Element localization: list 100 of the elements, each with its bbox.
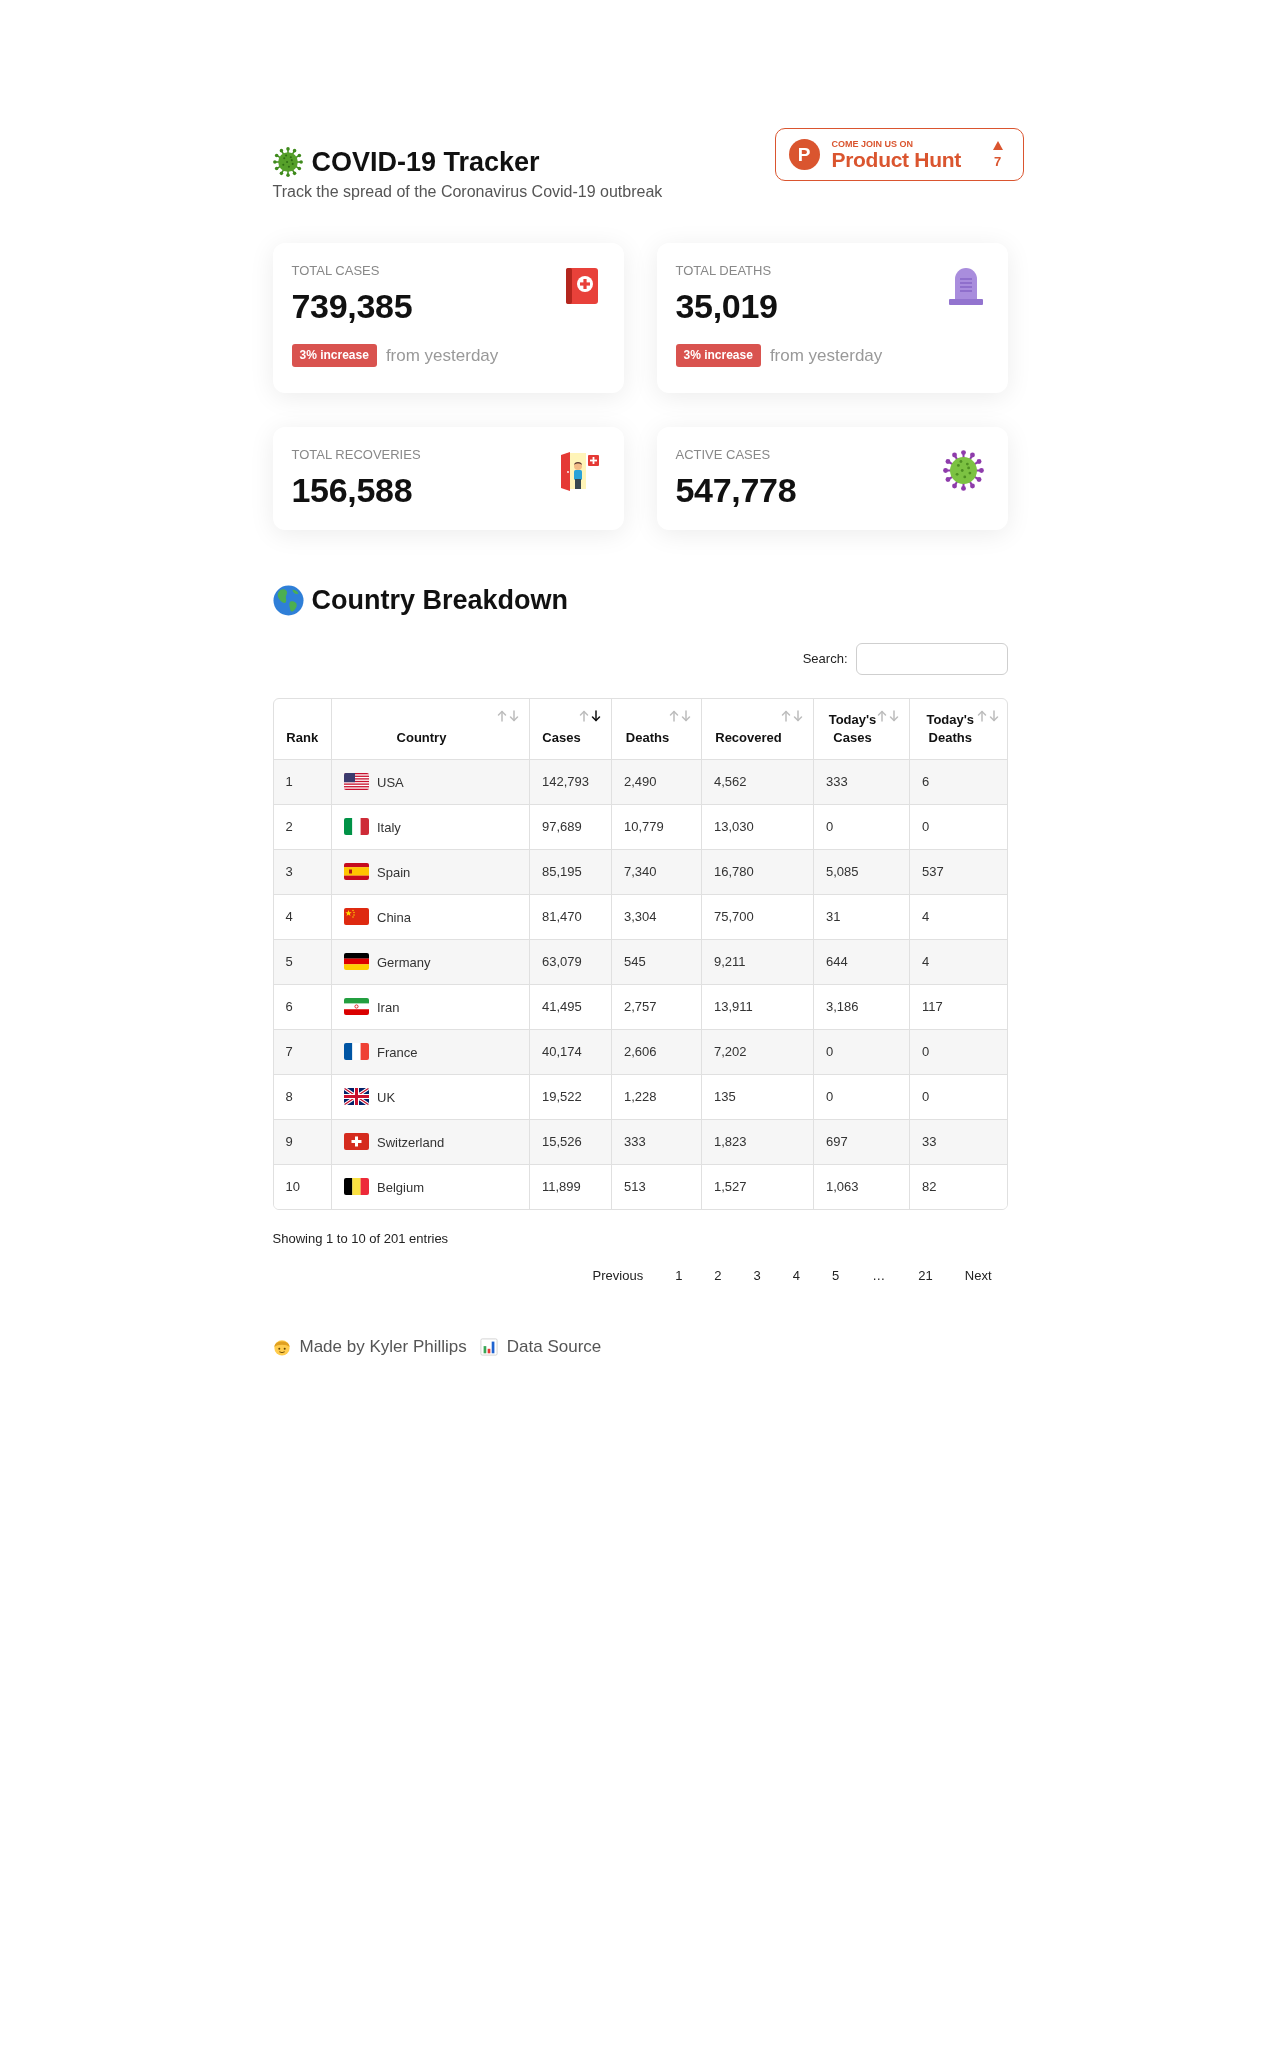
- usa-flag-icon: [344, 773, 369, 790]
- table-cell: 1,823: [701, 1119, 814, 1164]
- vote-count: 7: [993, 154, 1002, 169]
- table-cell: 0: [909, 804, 1007, 849]
- country-name: Switzerland: [377, 1135, 445, 1151]
- globe-icon: [272, 584, 304, 616]
- belgium-flag-icon: [344, 1178, 369, 1196]
- country-name: China: [377, 910, 411, 926]
- table-cell: 135: [701, 1074, 814, 1119]
- table-cell: 513: [611, 1164, 702, 1209]
- triangle-icon: [992, 140, 1003, 150]
- country-name: USA: [377, 775, 404, 791]
- column-header[interactable]: Today's Deaths: [909, 699, 1007, 759]
- spain-flag-icon: [344, 863, 369, 880]
- tombstone-icon: [947, 266, 984, 306]
- column-header[interactable]: Today's Cases: [813, 699, 910, 759]
- table-cell: 0: [813, 1074, 910, 1119]
- table-cell: 40,174: [529, 1029, 612, 1074]
- person-in-doorway-icon: [559, 450, 600, 492]
- column-header[interactable]: Recovered: [701, 699, 814, 759]
- page-link[interactable]: 21: [902, 1261, 949, 1291]
- table-cell: 3: [273, 849, 332, 894]
- table-cell: 6: [273, 984, 332, 1029]
- table-cell: 97,689: [529, 804, 612, 849]
- table-cell: 11,899: [529, 1164, 612, 1209]
- column-header[interactable]: Cases: [529, 699, 612, 759]
- table-cell: 1,228: [611, 1074, 702, 1119]
- footer-link[interactable]: Data Source: [506, 1335, 602, 1359]
- table-cell: 0: [909, 1029, 1007, 1074]
- table-cell: 1: [273, 759, 332, 804]
- table-cell: 3,304: [611, 894, 702, 939]
- table-cell: 2: [273, 804, 332, 849]
- country-name: France: [377, 1045, 418, 1061]
- table-cell: 117: [909, 984, 1007, 1029]
- table-cell: 2,606: [611, 1029, 702, 1074]
- change-note: from yesterday: [769, 345, 883, 367]
- table-cell: 537: [909, 849, 1007, 894]
- table-cell: 2,757: [611, 984, 702, 1029]
- table-cell: 16,780: [701, 849, 814, 894]
- china-flag-icon: [344, 908, 369, 925]
- stat-label: ACTIVE CASES: [675, 447, 771, 463]
- increase-badge: 3% increase: [291, 344, 377, 367]
- page-subtitle: Track the spread of the Coronavirus Covid-19 outbreak: [272, 182, 663, 202]
- country-name: Germany: [377, 955, 431, 971]
- table-cell: 3,186: [813, 984, 910, 1029]
- table-cell: 19,522: [529, 1074, 612, 1119]
- table-cell: 63,079: [529, 939, 612, 984]
- table-cell: 142,793: [529, 759, 612, 804]
- table-cell: 13,911: [701, 984, 814, 1029]
- page-link[interactable]: 3: [737, 1261, 777, 1291]
- stat-value: 547,778: [675, 470, 797, 510]
- search-field[interactable]: [855, 643, 1008, 675]
- table-cell: 0: [813, 804, 910, 849]
- stat-label: TOTAL DEATHS: [675, 263, 772, 279]
- table-cell: 0: [909, 1074, 1007, 1119]
- column-header[interactable]: Country: [331, 699, 530, 759]
- page-link[interactable]: 1: [659, 1261, 699, 1291]
- footer-link[interactable]: Made by Kyler Phillips: [299, 1335, 467, 1359]
- product-hunt-badge[interactable]: P COME JOIN US ON Product Hunt 7: [774, 128, 1024, 181]
- face-emoji-icon: [272, 1338, 291, 1356]
- column-header[interactable]: Deaths: [611, 699, 702, 759]
- table-cell: 33: [909, 1119, 1007, 1164]
- table-cell: 333: [813, 759, 910, 804]
- table-cell: 10,779: [611, 804, 702, 849]
- change-note: from yesterday: [385, 345, 499, 367]
- country-name: Belgium: [377, 1180, 424, 1197]
- table-cell: 697: [813, 1119, 910, 1164]
- stat-label: TOTAL CASES: [291, 263, 380, 279]
- next-page-link[interactable]: Next: [948, 1261, 1008, 1291]
- table-cell: 10: [273, 1164, 332, 1209]
- table-cell: 85,195: [529, 849, 612, 894]
- table-info: Showing 1 to 10 of 201 entries: [272, 1230, 450, 1248]
- country-name: UK: [377, 1090, 396, 1106]
- iran-flag-icon: [344, 998, 369, 1015]
- column-header: Rank: [273, 699, 332, 759]
- table-cell: 31: [813, 894, 910, 939]
- table-cell: 13,030: [701, 804, 814, 849]
- table-cell: 545: [611, 939, 702, 984]
- table-cell: 0: [813, 1029, 910, 1074]
- pagination-ellipsis: …: [871, 1267, 887, 1286]
- previous-page-link[interactable]: Previous: [576, 1261, 660, 1291]
- page-link[interactable]: 4: [776, 1261, 817, 1291]
- page-title: COVID-19 Tracker: [311, 146, 540, 179]
- table-cell: 6: [909, 759, 1007, 804]
- table-cell: 4: [909, 894, 1007, 939]
- country-name: Spain: [377, 865, 411, 881]
- page-link[interactable]: 5: [816, 1261, 856, 1291]
- table-cell: 7: [273, 1029, 332, 1074]
- increase-badge: 3% increase: [675, 344, 761, 367]
- stat-value: 156,588: [291, 470, 413, 510]
- table-cell: 15,526: [529, 1119, 612, 1164]
- table-cell: 4,562: [701, 759, 814, 804]
- table-cell: 9: [273, 1119, 332, 1164]
- stat-label: TOTAL RECOVERIES: [291, 447, 421, 463]
- stat-value: 35,019: [675, 286, 778, 326]
- virus-icon: [942, 450, 984, 491]
- table-cell: 644: [813, 939, 910, 984]
- table-cell: 5,085: [813, 849, 910, 894]
- table-cell: 1,527: [701, 1164, 814, 1209]
- page-link[interactable]: 2: [698, 1261, 738, 1291]
